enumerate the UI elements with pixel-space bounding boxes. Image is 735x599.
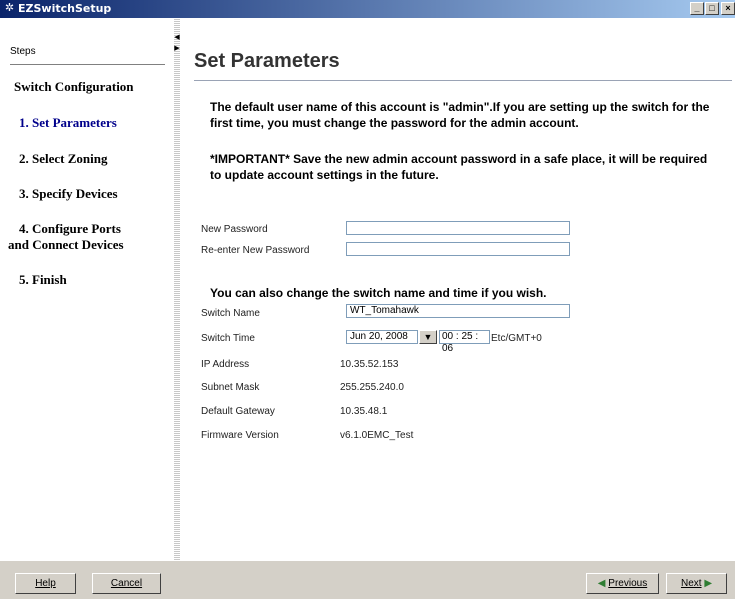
- switch-time-label: Switch Time: [201, 333, 255, 344]
- window-title: EZSwitchSetup: [18, 2, 112, 15]
- step-select-zoning[interactable]: 2. Select Zoning: [19, 151, 107, 167]
- important-notice: *IMPORTANT* Save the new admin account p…: [210, 152, 708, 182]
- default-gateway-value: 10.35.48.1: [340, 406, 388, 417]
- step-specify-devices[interactable]: 3. Specify Devices: [19, 186, 118, 202]
- button-bar: Help Cancel ◀ Previous Next ▶: [0, 560, 735, 599]
- timezone-text: Etc/GMT+0: [491, 333, 542, 344]
- switch-name-field[interactable]: WT_Tomahawk: [346, 304, 570, 318]
- steps-header: Steps: [10, 46, 36, 57]
- next-label: Next: [680, 578, 702, 589]
- main-panel: Set Parameters The default user name of …: [180, 18, 735, 560]
- maximize-button[interactable]: □: [705, 2, 719, 15]
- time-hours[interactable]: 00: [442, 331, 453, 342]
- ip-address-value: 10.35.52.153: [340, 359, 399, 370]
- switch-settings-heading: You can also change the switch name and …: [210, 286, 547, 300]
- cancel-button[interactable]: Cancel: [92, 573, 161, 594]
- previous-arrow-icon: ◀: [597, 578, 606, 589]
- step-finish[interactable]: 5. Finish: [19, 272, 67, 288]
- step-configure-ports[interactable]: 4. Configure Ports: [19, 221, 121, 237]
- switch-date-field[interactable]: Jun 20, 2008: [346, 330, 418, 344]
- close-button[interactable]: ×: [721, 2, 735, 15]
- section-switch-configuration: Switch Configuration: [14, 79, 134, 94]
- reenter-password-field[interactable]: [346, 242, 570, 256]
- title-divider: [194, 80, 732, 81]
- switch-name-label: Switch Name: [201, 308, 260, 319]
- subnet-mask-value: 255.255.240.0: [340, 382, 404, 393]
- date-dropdown-icon[interactable]: ▼: [419, 330, 437, 344]
- reenter-password-label: Re-enter New Password: [201, 245, 310, 256]
- firmware-version-value: v6.1.0EMC_Test: [340, 430, 414, 441]
- help-label: Help: [35, 578, 56, 589]
- next-arrow-icon: ▶: [704, 578, 713, 589]
- steps-sidebar: Steps Switch Configuration 1. Set Parame…: [0, 18, 174, 560]
- new-password-field[interactable]: [346, 221, 570, 235]
- default-gateway-label: Default Gateway: [201, 406, 275, 417]
- steps-divider: [10, 64, 165, 65]
- help-button[interactable]: Help: [15, 573, 76, 594]
- previous-button[interactable]: ◀ Previous: [586, 573, 659, 594]
- step-configure-ports-line2[interactable]: and Connect Devices: [8, 237, 124, 253]
- title-bar: ✲ EZSwitchSetup _ □ ×: [0, 0, 735, 18]
- default-user-notice: The default user name of this account is…: [210, 100, 710, 130]
- step-set-parameters[interactable]: 1. Set Parameters: [19, 115, 117, 131]
- switch-time-field[interactable]: 00 : 25 : 06: [439, 330, 490, 354]
- next-button[interactable]: Next ▶: [666, 573, 727, 594]
- time-seconds[interactable]: 06: [442, 343, 453, 354]
- firmware-version-label: Firmware Version: [201, 430, 279, 441]
- ezswitchsetup-window: ✲ EZSwitchSetup _ □ × Steps Switch Confi…: [0, 0, 735, 599]
- ip-address-label: IP Address: [201, 359, 250, 370]
- app-icon: ✲: [4, 2, 15, 14]
- time-minutes[interactable]: 25: [461, 331, 472, 342]
- subnet-mask-label: Subnet Mask: [201, 382, 260, 393]
- page-title: Set Parameters: [194, 50, 340, 72]
- new-password-label: New Password: [201, 224, 268, 235]
- previous-label: Previous: [608, 578, 648, 589]
- minimize-button[interactable]: _: [690, 2, 704, 15]
- cancel-label: Cancel: [110, 578, 143, 589]
